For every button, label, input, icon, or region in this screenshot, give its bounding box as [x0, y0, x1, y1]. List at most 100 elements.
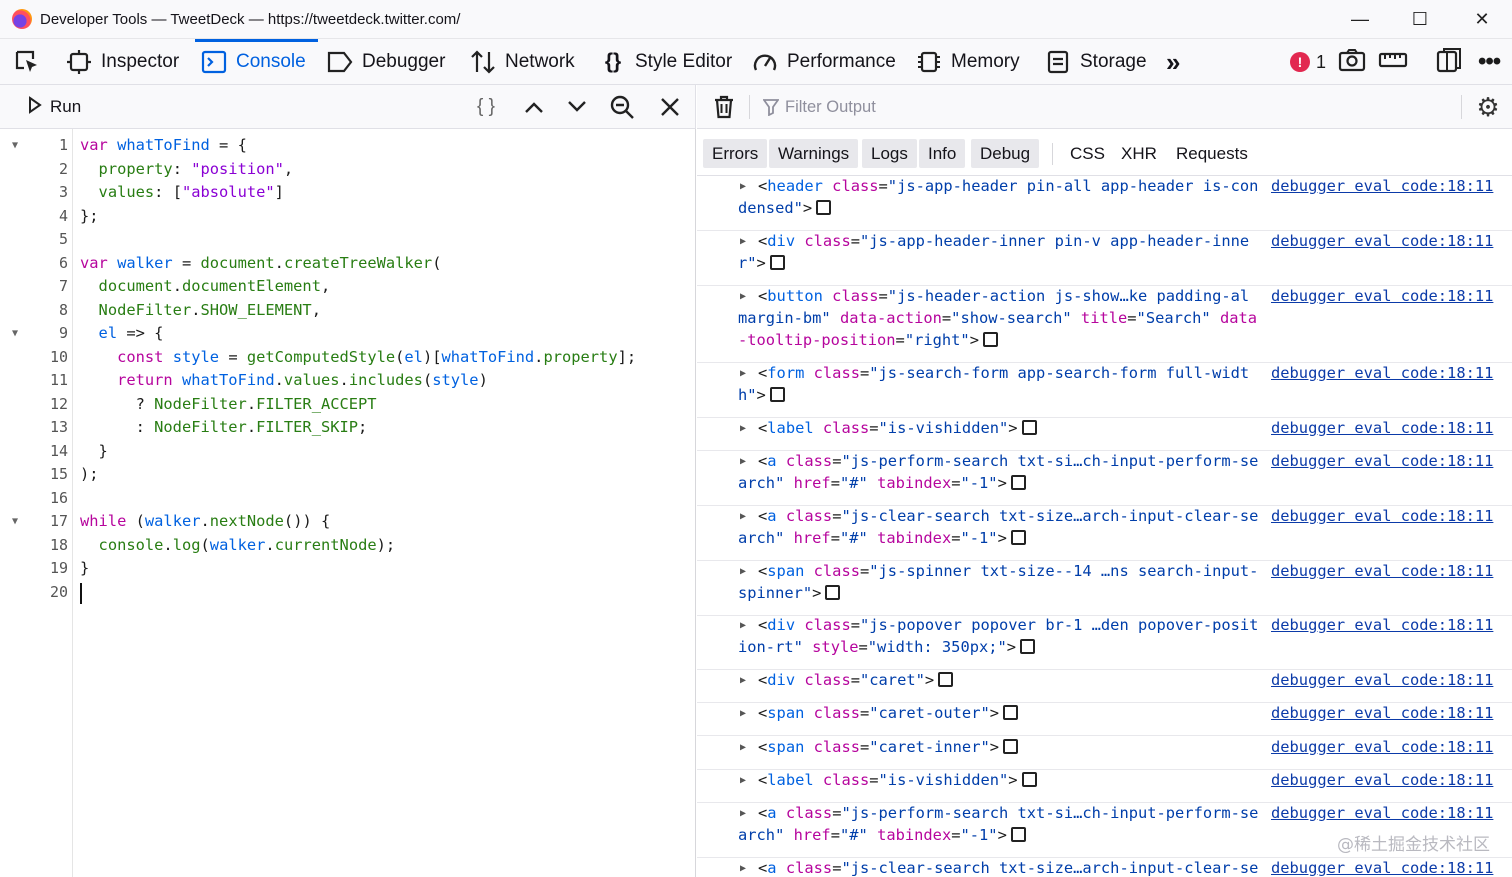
code-text: NodeFilter.SHOW_ELEMENT,	[98, 300, 321, 319]
line-number: 12	[49, 394, 68, 413]
element-picker-button[interactable]	[14, 39, 49, 85]
log-message: <div class="js-popover popover br-1 …den…	[738, 616, 1259, 656]
source-location-link[interactable]: debugger eval code:18:11	[1271, 703, 1493, 725]
tab-debugger[interactable]: Debugger	[327, 39, 445, 85]
select-node-target-icon[interactable]	[982, 331, 998, 347]
history-previous-button[interactable]	[514, 85, 554, 129]
log-level-filter-bar: Errors Warnings Logs Info Debug CSS XHR Request…	[697, 129, 1512, 176]
console-log-row[interactable]: ▶ <div class="js-popover popover br-1 …de…	[697, 615, 1512, 670]
close-editor-button[interactable]	[650, 85, 690, 129]
clear-output-button[interactable]	[709, 85, 739, 129]
code-text: }	[80, 559, 90, 577]
console-log-row[interactable]: ▶ <span class="caret-inner"> debugger eval…	[697, 737, 1512, 770]
console-log-row[interactable]: ▶ <label class="is-vishidden"> debugger ev…	[697, 770, 1512, 803]
console-log-row[interactable]: ▶ <span class="js-spinner txt-size--14 …n…	[697, 561, 1512, 616]
filter-css-button[interactable]: CSS	[1061, 139, 1114, 168]
responsive-design-button[interactable]	[1378, 39, 1408, 85]
watermark: @稀土掘金技术社区	[1337, 835, 1490, 855]
line-number: 8	[58, 300, 68, 319]
tab-network[interactable]: Network	[470, 39, 575, 85]
run-button[interactable]: Run	[28, 85, 81, 129]
select-node-target-icon[interactable]	[1010, 826, 1026, 842]
more-options-icon[interactable]: •••	[1478, 39, 1501, 85]
tab-console[interactable]: Console	[195, 39, 318, 85]
filter-debug-button[interactable]: Debug	[971, 139, 1040, 168]
source-location-link[interactable]: debugger eval code:18:11	[1271, 286, 1493, 308]
source-location-link[interactable]: debugger eval code:18:11	[1271, 506, 1493, 528]
maximize-button[interactable]: ☐	[1390, 0, 1450, 39]
editor-toolbar: Run { }	[0, 85, 696, 129]
source-location-link[interactable]: debugger eval code:18:11	[1271, 451, 1493, 473]
multiline-code-editor[interactable]: 1 ▼ var whatToFind = {2 property: "positio…	[0, 129, 696, 877]
source-location-link[interactable]: debugger eval code:18:11	[1271, 561, 1493, 583]
line-number: 2	[58, 159, 68, 178]
console-icon	[201, 49, 227, 75]
console-log-row[interactable]: ▶ <a class="js-clear-search txt-size…arch…	[697, 506, 1512, 561]
storage-icon	[1045, 49, 1071, 75]
tab-inspector[interactable]: Inspector	[66, 39, 179, 85]
tab-storage[interactable]: Storage	[1045, 39, 1147, 85]
source-location-link[interactable]: debugger eval code:18:11	[1271, 363, 1493, 385]
select-node-target-icon[interactable]	[816, 199, 832, 215]
filter-errors-button[interactable]: Errors	[703, 139, 768, 168]
fold-toggle-icon[interactable]: ▼	[9, 322, 21, 346]
tab-style-editor[interactable]: {} Style Editor	[600, 39, 732, 85]
screenshot-button[interactable]	[1338, 39, 1366, 85]
console-log-row[interactable]: ▶ <button class="js-header-action js-show…	[697, 286, 1512, 363]
source-location-link[interactable]: debugger eval code:18:11	[1271, 803, 1493, 825]
line-number: 6	[58, 253, 68, 272]
fold-toggle-icon[interactable]: ▼	[9, 134, 21, 158]
console-log-row[interactable]: ▶ <label class="is-vishidden"> debugger ev…	[697, 418, 1512, 451]
source-location-link[interactable]: debugger eval code:18:11	[1271, 615, 1493, 637]
reverse-search-button[interactable]	[602, 85, 642, 129]
select-node-target-icon[interactable]	[1021, 420, 1037, 435]
source-location-link[interactable]: debugger eval code:18:11	[1271, 418, 1493, 440]
more-tools-chevron-icon[interactable]: »	[1166, 39, 1180, 85]
chevron-down-icon	[568, 101, 586, 112]
select-node-target-icon[interactable]	[769, 386, 785, 402]
filter-requests-button[interactable]: Requests	[1167, 139, 1257, 168]
console-log-row[interactable]: ▶ <a class="js-clear-search txt-size…arch…	[697, 858, 1512, 877]
style-editor-icon: {}	[604, 50, 622, 73]
select-node-target-icon[interactable]	[1021, 772, 1037, 787]
select-node-target-icon[interactable]	[1003, 705, 1019, 720]
source-location-link[interactable]: debugger eval code:18:11	[1271, 737, 1493, 759]
tab-performance[interactable]: Performance	[752, 39, 896, 85]
error-count-badge[interactable]: ! 1	[1290, 39, 1326, 85]
code-text: );	[80, 465, 99, 483]
tab-memory[interactable]: Memory	[916, 39, 1020, 85]
source-location-link[interactable]: debugger eval code:18:11	[1271, 176, 1493, 198]
source-location-link[interactable]: debugger eval code:18:11	[1271, 670, 1493, 692]
filter-warnings-button[interactable]: Warnings	[769, 139, 859, 168]
select-node-target-icon[interactable]	[769, 254, 785, 270]
fold-toggle-icon[interactable]: ▼	[9, 510, 21, 534]
console-log-row[interactable]: ▶ <a class="js-perform-search txt-si…ch-i…	[697, 451, 1512, 506]
devtools-tab-bar: Inspector Console Debugger Network {} St…	[0, 39, 1512, 85]
filter-output-input[interactable]: Filter Output	[763, 85, 876, 129]
filter-xhr-button[interactable]: XHR	[1112, 139, 1166, 168]
source-location-link[interactable]: debugger eval code:18:11	[1271, 770, 1493, 792]
select-node-target-icon[interactable]	[1003, 739, 1019, 754]
console-log-row[interactable]: ▶ <div class="caret"> debugger eval code:1…	[697, 670, 1512, 703]
console-log-row[interactable]: ▶ <form class="js-search-form app-search-…	[697, 363, 1512, 418]
source-location-link[interactable]: debugger eval code:18:11	[1271, 858, 1493, 877]
filter-logs-button[interactable]: Logs	[862, 139, 917, 168]
minimize-button[interactable]: —	[1330, 0, 1390, 39]
select-node-target-icon[interactable]	[938, 672, 954, 687]
console-log-row[interactable]: ▶ <div class="js-app-header-inner pin-v a…	[697, 231, 1512, 286]
select-node-target-icon[interactable]	[825, 584, 841, 600]
line-number: 15	[49, 465, 68, 483]
run-label: Run	[50, 97, 82, 116]
source-location-link[interactable]: debugger eval code:18:11	[1271, 231, 1493, 253]
select-node-target-icon[interactable]	[1010, 474, 1026, 490]
console-settings-gear-icon[interactable]: ⚙	[1472, 85, 1504, 129]
dock-options-button[interactable]	[1436, 39, 1462, 85]
select-node-target-icon[interactable]	[1010, 529, 1026, 545]
console-log-row[interactable]: ▶ <span class="caret-outer"> debugger eval…	[697, 703, 1512, 736]
filter-info-button[interactable]: Info	[919, 139, 966, 168]
close-window-button[interactable]: ✕	[1452, 0, 1512, 39]
pretty-print-button[interactable]: { }	[466, 85, 506, 129]
console-log-row[interactable]: ▶ <header class="js-app-header pin-all ap…	[697, 176, 1512, 231]
history-next-button[interactable]	[557, 85, 597, 129]
select-node-target-icon[interactable]	[1020, 638, 1036, 654]
